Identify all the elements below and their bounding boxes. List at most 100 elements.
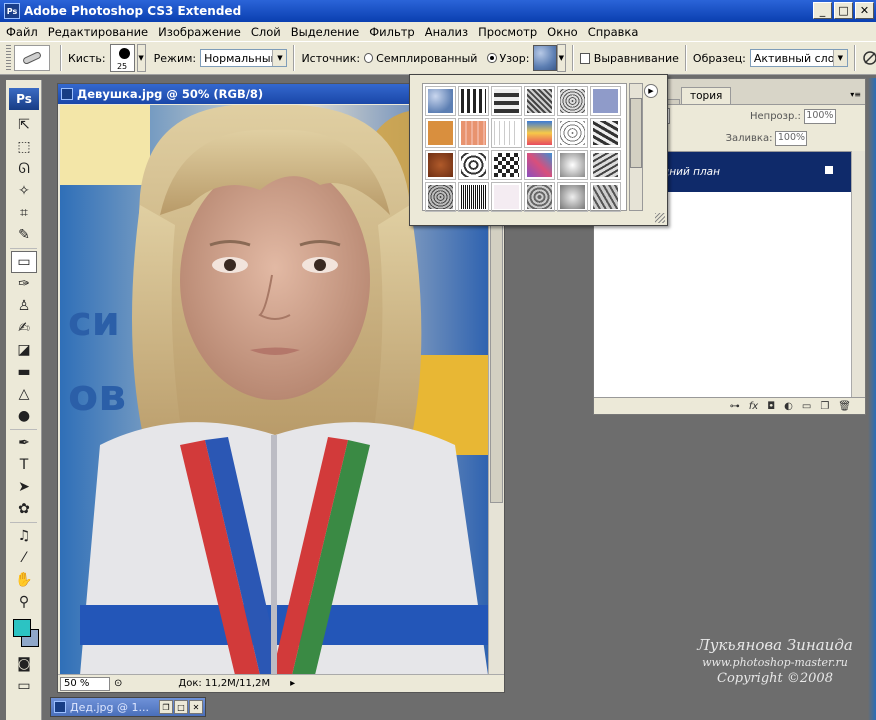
menu-edit[interactable]: Редактирование — [48, 25, 148, 39]
pattern-rainbow[interactable] — [524, 118, 555, 148]
eyedropper-tool-icon[interactable]: ⁄ — [11, 547, 37, 569]
pattern-bubbles[interactable] — [425, 86, 456, 116]
close-button[interactable]: ✕ — [855, 2, 874, 19]
pattern-white-grid[interactable] — [491, 118, 522, 148]
pattern-fibers[interactable] — [524, 86, 555, 116]
menu-image[interactable]: Изображение — [158, 25, 241, 39]
quick-mask-icon[interactable]: ◙ — [11, 653, 37, 675]
panel-menu-icon[interactable]: ▾≡ — [850, 90, 861, 99]
history-brush-tool-icon[interactable]: ✍ — [11, 317, 37, 339]
menu-bar: Файл Редактирование Изображение Слой Выд… — [0, 22, 876, 41]
brush-preview[interactable]: 25 — [109, 44, 135, 72]
pattern-clouds[interactable] — [557, 150, 588, 180]
marquee-tool-icon[interactable]: ⬚ — [11, 136, 37, 158]
notes-tool-icon[interactable]: ♫ — [11, 525, 37, 547]
menu-analysis[interactable]: Анализ — [425, 25, 468, 39]
window-controls: _ □ ✕ — [813, 2, 874, 19]
pattern-laid-horizontal[interactable] — [491, 86, 522, 116]
delete-layer-icon[interactable]: 🗑 — [838, 401, 851, 412]
menu-view[interactable]: Просмотр — [478, 25, 537, 39]
gradient-tool-icon[interactable]: ▬ — [11, 361, 37, 383]
options-grip[interactable] — [6, 45, 12, 71]
lasso-tool-icon[interactable]: ᘏ — [11, 158, 37, 180]
blur-tool-icon[interactable]: △ — [11, 383, 37, 405]
restore-button[interactable]: ❐ — [159, 700, 173, 714]
ignore-adjustment-layers-icon[interactable] — [862, 50, 876, 66]
scrollbar-thumb[interactable] — [630, 98, 642, 168]
pattern-gravel[interactable] — [425, 182, 456, 212]
source-pattern-radio[interactable] — [487, 53, 497, 63]
pattern-orange[interactable] — [425, 118, 456, 148]
adjustment-layer-icon[interactable]: ◐ — [784, 401, 793, 412]
layers-scrollbar[interactable] — [851, 151, 865, 399]
opacity-field[interactable]: 100% — [803, 108, 836, 124]
pattern-scrollbar[interactable] — [629, 83, 643, 211]
pattern-peach-grid[interactable] — [458, 118, 489, 148]
brush-dropdown-arrow[interactable]: ▼ — [136, 44, 146, 72]
crop-tool-icon[interactable]: ⌗ — [11, 202, 37, 224]
resize-grip-icon[interactable] — [655, 213, 665, 223]
status-menu-icon[interactable]: ⊙ — [114, 678, 122, 689]
pattern-dropdown-arrow[interactable]: ▼ — [556, 44, 566, 72]
path-selection-tool-icon[interactable]: ➤ — [11, 476, 37, 498]
pattern-colorful[interactable] — [524, 150, 555, 180]
menu-filter[interactable]: Фильтр — [369, 25, 415, 39]
tab-history[interactable]: тория — [681, 87, 732, 104]
maximize-button[interactable]: □ — [834, 2, 853, 19]
pattern-noise-gray[interactable] — [524, 182, 555, 212]
menu-file[interactable]: Файл — [6, 25, 38, 39]
maximize-button[interactable]: □ — [174, 700, 188, 714]
menu-select[interactable]: Выделение — [291, 25, 360, 39]
type-tool-icon[interactable]: T — [11, 454, 37, 476]
new-layer-icon[interactable]: ❐ — [820, 401, 829, 412]
brush-tool-icon[interactable]: ✑ — [11, 273, 37, 295]
pattern-rock[interactable] — [590, 118, 621, 148]
menu-layer[interactable]: Слой — [251, 25, 281, 39]
pattern-stone[interactable] — [557, 182, 588, 212]
hand-tool-icon[interactable]: ✋ — [11, 569, 37, 591]
clone-stamp-tool-icon[interactable]: ♙ — [11, 295, 37, 317]
dodge-tool-icon[interactable]: ● — [11, 405, 37, 427]
pattern-squares[interactable] — [458, 150, 489, 180]
pattern-speckles[interactable] — [557, 118, 588, 148]
pattern-tie-dye[interactable] — [458, 86, 489, 116]
eraser-tool-icon[interactable]: ◪ — [11, 339, 37, 361]
pattern-granite[interactable] — [590, 182, 621, 212]
pattern-pale-grid[interactable] — [491, 182, 522, 212]
source-sampled-radio[interactable] — [364, 53, 374, 63]
fill-field[interactable]: 100% — [775, 130, 808, 146]
zoom-field[interactable]: 50 % — [60, 676, 110, 691]
minimized-document[interactable]: Дед.jpg @ 1... ❐ □ ✕ — [50, 697, 206, 717]
shape-tool-icon[interactable]: ✿ — [11, 498, 37, 520]
new-group-icon[interactable]: ▭ — [802, 401, 811, 412]
pattern-waves[interactable] — [590, 150, 621, 180]
pattern-stripes[interactable] — [458, 182, 489, 212]
move-tool-icon[interactable]: ⇱ — [11, 114, 37, 136]
aligned-checkbox[interactable] — [579, 52, 590, 64]
status-arrow-icon[interactable]: ▸ — [290, 678, 295, 689]
screen-mode-icon[interactable]: ▭ — [11, 675, 37, 697]
pattern-blue-paper[interactable] — [590, 86, 621, 116]
zoom-tool-icon[interactable]: ⚲ — [11, 591, 37, 613]
tool-preset-picker[interactable] — [14, 45, 50, 71]
pattern-rust[interactable] — [425, 150, 456, 180]
pattern-menu-arrow-icon[interactable]: ▶ — [644, 84, 658, 98]
menu-window[interactable]: Окно — [547, 25, 578, 39]
pen-tool-icon[interactable]: ✒ — [11, 432, 37, 454]
sample-select[interactable]: Активный слой ▼ — [749, 49, 848, 67]
menu-help[interactable]: Справка — [588, 25, 639, 39]
doc-size-info: Док: 11,2M/11,2M — [178, 678, 271, 689]
close-button[interactable]: ✕ — [189, 700, 203, 714]
link-layers-icon[interactable]: ⊶ — [730, 401, 740, 412]
layer-style-icon[interactable]: fx — [749, 401, 758, 412]
mode-select[interactable]: Нормальный ▼ — [200, 49, 288, 67]
magic-wand-tool-icon[interactable]: ✧ — [11, 180, 37, 202]
pattern-checker[interactable] — [491, 150, 522, 180]
slice-tool-icon[interactable]: ✎ — [11, 224, 37, 246]
foreground-color-swatch[interactable] — [13, 619, 31, 637]
layer-mask-icon[interactable]: ◘ — [767, 401, 775, 412]
minimize-button[interactable]: _ — [813, 2, 832, 19]
healing-brush-tool-icon[interactable]: ▭ — [11, 251, 37, 273]
pattern-swatch[interactable] — [533, 45, 557, 71]
pattern-mezzotint[interactable] — [557, 86, 588, 116]
